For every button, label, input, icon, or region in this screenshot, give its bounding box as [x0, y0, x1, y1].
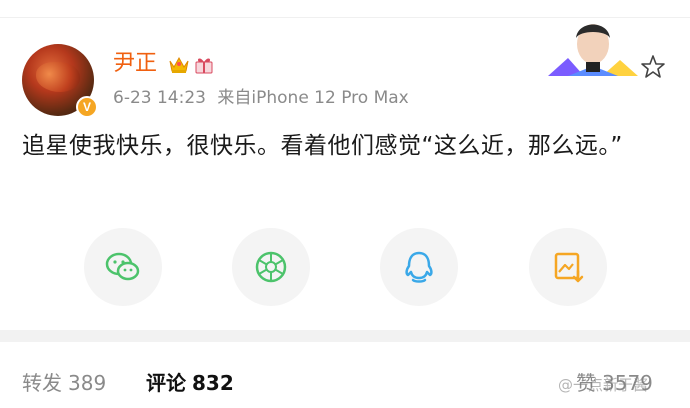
share-moments-button[interactable]: [232, 228, 310, 306]
watermark: @一点新于酱: [558, 376, 649, 394]
user-name[interactable]: 尹正: [113, 51, 157, 77]
avatar-image: [36, 62, 80, 92]
star-icon[interactable]: [640, 54, 666, 80]
post-time: 6-23 14:23: [113, 88, 206, 108]
comment-label: 评论: [146, 371, 186, 395]
verified-badge: V: [76, 96, 98, 118]
crown-icon[interactable]: [168, 53, 190, 75]
save-image-button[interactable]: [529, 228, 607, 306]
repost-tab[interactable]: 转发 389: [22, 370, 106, 396]
post-meta: 6-23 14:23 来自iPhone 12 Pro Max: [113, 87, 415, 109]
avatar-sticker-icon: [548, 24, 638, 76]
repost-count: 389: [68, 371, 107, 395]
section-divider: [0, 330, 690, 342]
save-image-icon: [554, 252, 584, 283]
avatar[interactable]: V: [22, 44, 98, 118]
qq-icon: [405, 251, 433, 283]
repost-label: 转发: [22, 371, 62, 395]
wechat-icon: [105, 252, 140, 281]
comment-count: 832: [192, 371, 234, 395]
share-qq-button[interactable]: [380, 228, 458, 306]
comment-tab[interactable]: 评论 832: [146, 370, 234, 396]
post-source: 来自iPhone 12 Pro Max: [217, 88, 409, 108]
post-text: 追星使我快乐，很快乐。看着他们感觉“这么近，那么远。”: [22, 133, 623, 159]
share-wechat-button[interactable]: [84, 228, 162, 306]
moments-icon: [255, 251, 287, 283]
gift-icon[interactable]: [193, 53, 215, 75]
